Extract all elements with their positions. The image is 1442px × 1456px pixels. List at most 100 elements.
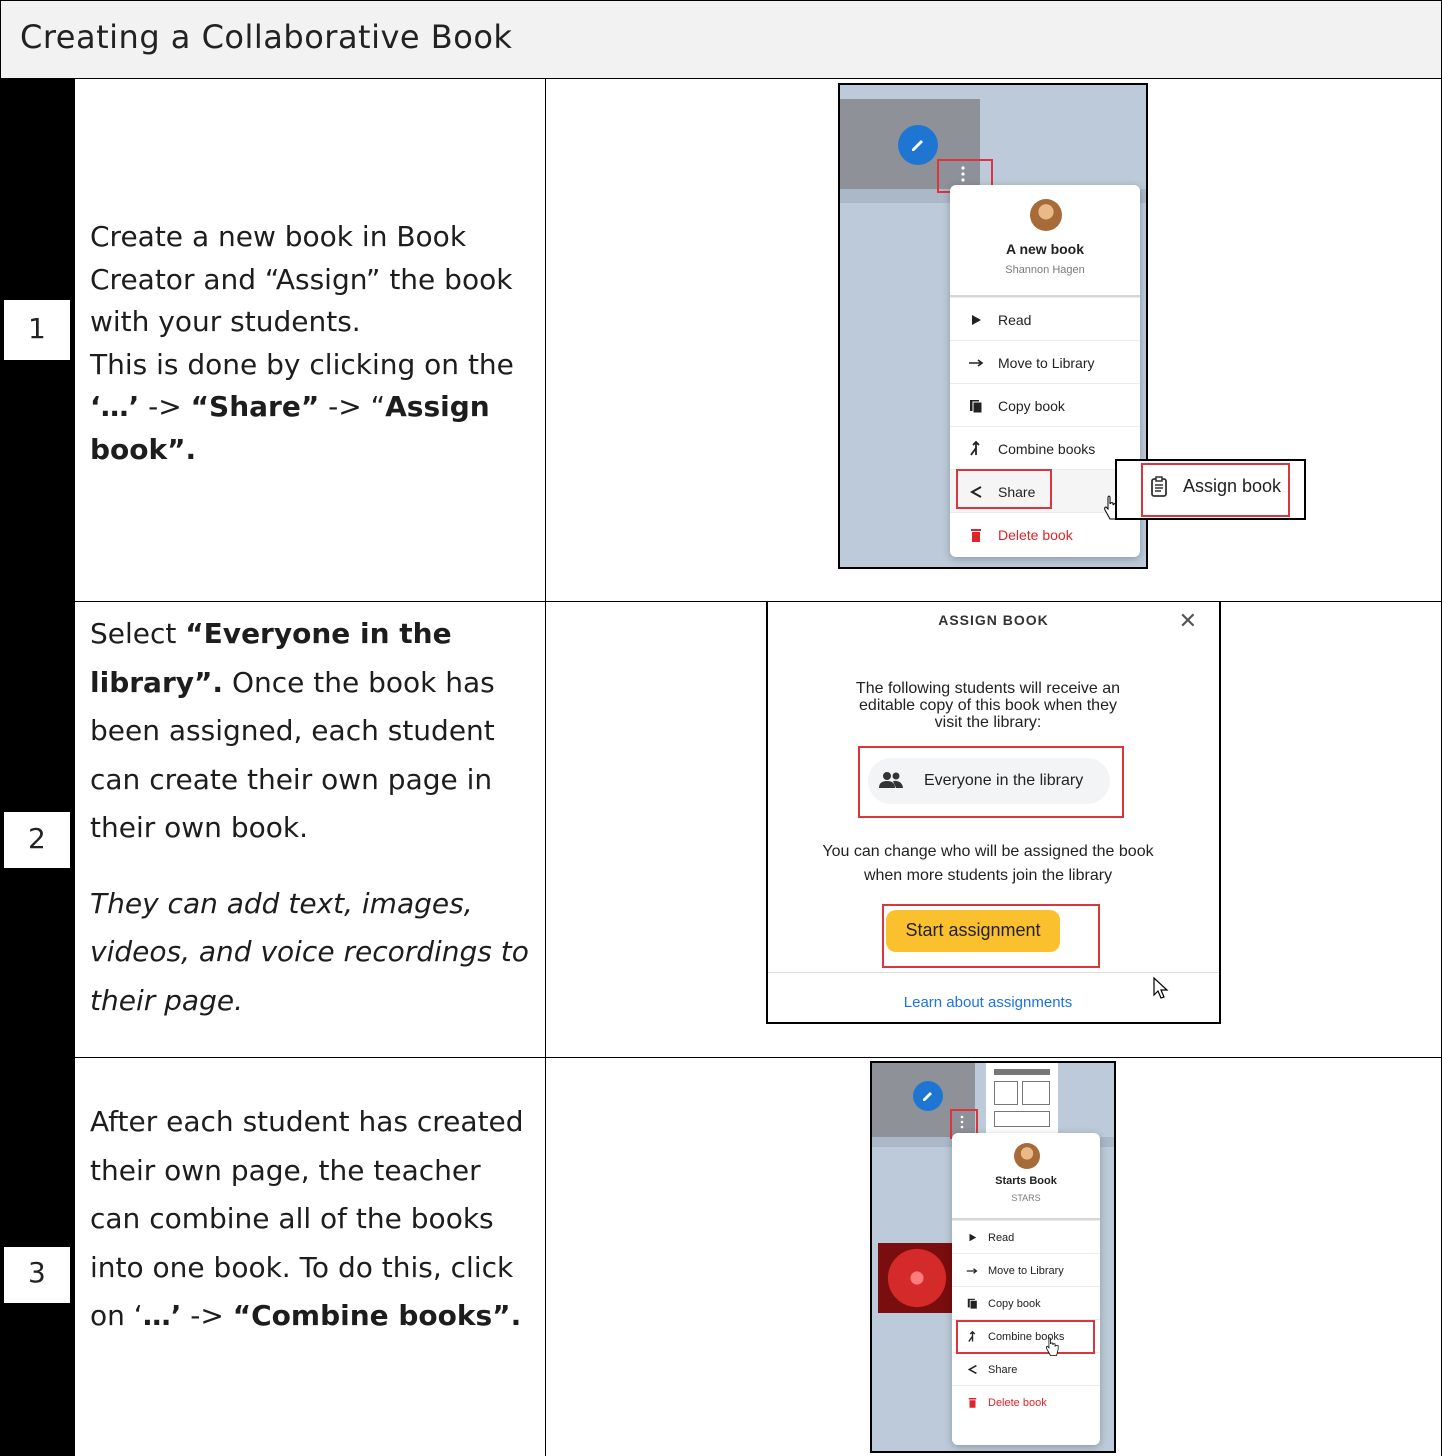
italic-line: videos, and voice recordings to	[90, 935, 529, 968]
text-line: been assigned, each student	[90, 714, 495, 747]
merge-icon	[966, 440, 986, 457]
menu-dots-label: …’	[142, 1299, 182, 1332]
trash-icon	[966, 528, 986, 542]
text-line: on ‘…’ -> “Combine books”.	[90, 1292, 535, 1341]
text-line: library”. Once the book has	[90, 659, 535, 708]
share-label: “Share”	[190, 390, 320, 423]
step-3-instructions: After each student has created their own…	[90, 1098, 535, 1341]
screenshot-book-menu: A new book Shannon Hagen Read Move to Li…	[838, 83, 1148, 569]
play-icon	[966, 314, 986, 326]
assign-label-end: book”.	[90, 432, 197, 466]
text-line: editable copy of this book when they	[859, 697, 1117, 714]
document-title: Creating a Collaborative Book	[20, 18, 513, 56]
menu-item-read[interactable]: Read	[950, 297, 1140, 341]
menu-item-combine-books[interactable]: Combine books	[950, 426, 1140, 470]
book-title: Starts Book	[995, 1175, 1057, 1187]
menu-item-label: Read	[998, 311, 1032, 328]
highlight-box	[956, 469, 1052, 509]
grid-line-middle	[545, 79, 546, 1456]
arrow-right-icon	[962, 1267, 982, 1275]
menu-item-copy-book[interactable]: Copy book	[952, 1286, 1100, 1320]
italic-line: They can add text, images,	[90, 886, 473, 920]
text-line: their own page, the teacher	[90, 1153, 481, 1187]
menu-item-label: Combine books	[998, 440, 1096, 457]
edit-icon[interactable]	[913, 1081, 943, 1111]
thumbnail-box	[994, 1111, 1050, 1127]
italic-line: their page.	[90, 983, 243, 1017]
close-icon[interactable]: ✕	[1179, 608, 1197, 634]
menu-item-share[interactable]: Share	[952, 1352, 1100, 1386]
text-line: Select “Everyone in the	[90, 610, 535, 659]
avatar	[1030, 199, 1062, 231]
menu-item-delete-book[interactable]: Delete book	[952, 1385, 1100, 1419]
screenshot-combine-menu: Starts Book STARS Read Move to Library C…	[870, 1061, 1116, 1453]
trash-icon	[962, 1397, 982, 1408]
combine-label: “Combine books”.	[232, 1299, 522, 1332]
select-text: Select	[90, 617, 186, 650]
grid-line-row2	[75, 1057, 1442, 1058]
thumbnail-box	[1022, 1081, 1050, 1105]
pencil-icon	[923, 1092, 932, 1101]
on-text: on ‘	[90, 1299, 143, 1332]
dialog-title: ASSIGN BOOK	[938, 612, 1049, 628]
arrow-text: -> “	[319, 390, 386, 423]
step-1-instructions: Create a new book in Book Creator and “A…	[90, 216, 535, 471]
arrow-text: ->	[139, 390, 191, 423]
menu-item-move-to-library[interactable]: Move to Library	[952, 1253, 1100, 1287]
text-line: when more students join the library	[863, 867, 1113, 884]
pencil-icon	[912, 140, 923, 151]
copy-icon	[962, 1298, 982, 1309]
text-line: Creator and “Assign” the book	[90, 262, 513, 296]
learn-about-assignments-link[interactable]: Learn about assignments	[768, 994, 1208, 1011]
menu-dots-label: ‘…’	[90, 390, 140, 423]
text-line: This is done by clicking on the	[90, 347, 514, 381]
step-number: 1	[28, 312, 46, 345]
menu-item-label: Delete book	[998, 526, 1073, 543]
menu-item-label: Move to Library	[998, 354, 1095, 371]
menu-item-move-to-library[interactable]: Move to Library	[950, 340, 1140, 384]
highlight-box	[882, 904, 1100, 968]
book-title: A new book	[1005, 241, 1085, 257]
menu-item-label: Share	[988, 1363, 1018, 1376]
copy-icon	[966, 399, 986, 413]
highlight-box	[956, 1320, 1095, 1354]
grid-line-top	[0, 0, 1442, 1]
thumbnail-box	[994, 1081, 1018, 1105]
menu-item-label: Copy book	[988, 1297, 1041, 1310]
book-author: STARS	[1011, 1193, 1041, 1203]
dialog-description: The following students will receive an e…	[828, 680, 1148, 731]
highlight-box	[1141, 463, 1290, 517]
dialog-divider	[768, 972, 1219, 973]
hand-cursor-icon	[1044, 1337, 1060, 1357]
step-2-instructions: Select “Everyone in the library”. Once t…	[90, 610, 535, 1025]
text-line: You can change who will be assigned the …	[822, 843, 1154, 860]
menu-item-read[interactable]: Read	[952, 1220, 1100, 1254]
share-icon	[962, 1364, 982, 1375]
highlight-box	[858, 746, 1124, 818]
menu-item-label: Read	[988, 1231, 1015, 1244]
text-line: Create a new book in Book	[90, 220, 467, 253]
step-number: 2	[28, 822, 46, 855]
comic-book-cover[interactable]	[878, 1243, 956, 1313]
book-context-menu: Starts Book STARS Read Move to Library C…	[952, 1133, 1100, 1445]
menu-item-label: Delete book	[988, 1396, 1047, 1409]
avatar	[1014, 1143, 1040, 1169]
text-line: book”.	[90, 429, 535, 472]
text-line: The following students will receive an	[855, 680, 1121, 697]
step-number: 3	[28, 1256, 46, 1289]
edit-icon[interactable]	[898, 125, 938, 165]
thumbnail-heading	[994, 1069, 1050, 1075]
page-thumbnail	[986, 1063, 1058, 1137]
text-line: with your students.	[90, 305, 361, 338]
text-line: After each student has created	[90, 1105, 524, 1138]
text-line: their own book.	[90, 811, 308, 844]
arrow-text: ->	[181, 1299, 233, 1332]
screenshot-assign-dialog: ASSIGN BOOK ✕ The following students wil…	[766, 602, 1221, 1024]
menu-item-label: Move to Library	[988, 1264, 1064, 1277]
arrow-right-icon	[966, 358, 986, 368]
book-author: Shannon Hagen	[1005, 264, 1085, 276]
grid-line-title	[0, 78, 1442, 79]
menu-item-copy-book[interactable]: Copy book	[950, 383, 1140, 427]
text-line: can create their own page in	[90, 762, 493, 796]
text-line: visit the library:	[934, 714, 1042, 731]
